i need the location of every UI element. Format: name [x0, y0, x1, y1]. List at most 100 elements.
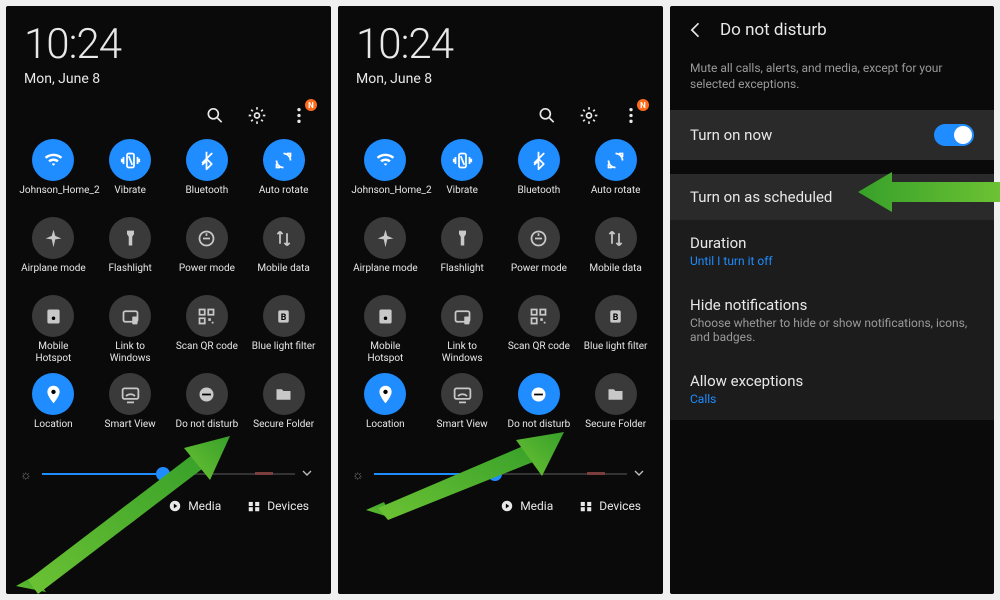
tile-flashlight[interactable]: Flashlight [93, 217, 168, 287]
tile-bluelight[interactable]: Blue light filter [578, 295, 653, 365]
overflow-badge: N [305, 99, 317, 111]
tile-label: Airplane mode [351, 263, 419, 287]
duration-row[interactable]: Duration Until I turn it off [670, 220, 994, 282]
tile-label: Vibrate [428, 185, 496, 209]
tile-label: Scan QR code [505, 341, 573, 365]
tile-vibrate[interactable]: Vibrate [425, 139, 500, 209]
back-icon[interactable] [686, 20, 706, 40]
tile-location[interactable]: Location [16, 373, 91, 443]
tile-label: Mobile Hotspot [19, 341, 87, 365]
tile-airplane[interactable]: Airplane mode [16, 217, 91, 287]
power-icon [518, 217, 560, 259]
tile-link[interactable]: Link to Windows [425, 295, 500, 365]
devices-button[interactable]: Devices [579, 499, 641, 513]
tile-mobiledata[interactable]: Mobile data [246, 217, 321, 287]
tile-label: Do not disturb [505, 419, 573, 443]
smartview-icon [441, 373, 483, 415]
tile-label: Flashlight [96, 263, 164, 287]
flashlight-icon [109, 217, 151, 259]
power-icon [186, 217, 228, 259]
tile-airplane[interactable]: Airplane mode [348, 217, 423, 287]
tile-label: Secure Folder [250, 419, 318, 443]
tile-label: Flashlight [428, 263, 496, 287]
tile-bluetooth[interactable]: Bluetooth [170, 139, 245, 209]
rotate-icon [263, 139, 305, 181]
airplane-icon [364, 217, 406, 259]
hotspot-icon [32, 295, 74, 337]
tile-label: Location [19, 419, 87, 443]
tile-smartview[interactable]: Smart View [93, 373, 168, 443]
turn-on-scheduled-row[interactable]: Turn on as scheduled [670, 174, 994, 220]
tile-vibrate[interactable]: Vibrate [93, 139, 168, 209]
airplane-icon [32, 217, 74, 259]
date: Mon, June 8 [24, 71, 313, 87]
turn-on-now-toggle[interactable] [934, 124, 974, 146]
allow-exceptions-row[interactable]: Allow exceptions Calls [670, 358, 994, 420]
location-icon [32, 373, 74, 415]
clock: 10:24 [24, 20, 313, 69]
search-icon[interactable] [537, 105, 557, 125]
turn-on-now-row[interactable]: Turn on now [670, 110, 994, 160]
duration-label: Duration [690, 234, 974, 252]
tile-label: Auto rotate [582, 185, 650, 209]
tile-qr[interactable]: Scan QR code [170, 295, 245, 365]
tile-smartview[interactable]: Smart View [425, 373, 500, 443]
mobiledata-icon [263, 217, 305, 259]
tile-label: Mobile data [250, 263, 318, 287]
tile-dnd[interactable]: Do not disturb [170, 373, 245, 443]
tile-rotate[interactable]: Auto rotate [246, 139, 321, 209]
media-button[interactable]: Media [168, 499, 221, 513]
tile-wifi[interactable]: Johnson_Home_2 [348, 139, 423, 209]
devices-button[interactable]: Devices [247, 499, 309, 513]
qr-icon [186, 295, 228, 337]
tile-label: Power mode [505, 263, 573, 287]
tile-label: Blue light filter [582, 341, 650, 365]
tile-label: Link to Windows [428, 341, 496, 365]
tile-label: Power mode [173, 263, 241, 287]
tile-folder[interactable]: Secure Folder [578, 373, 653, 443]
tile-rotate[interactable]: Auto rotate [578, 139, 653, 209]
brightness-slider[interactable]: ☼ [24, 467, 313, 481]
media-button[interactable]: Media [500, 499, 553, 513]
tile-mobiledata[interactable]: Mobile data [578, 217, 653, 287]
quick-tiles-grid: Johnson_Home_2VibrateBluetoothAuto rotat… [348, 139, 653, 443]
tile-hotspot[interactable]: Mobile Hotspot [348, 295, 423, 365]
gear-icon[interactable] [247, 105, 267, 125]
folder-icon [263, 373, 305, 415]
top-action-row: N [28, 105, 309, 125]
bluetooth-icon [518, 139, 560, 181]
dnd-icon [186, 373, 228, 415]
hide-notifications-row[interactable]: Hide notifications Choose whether to hid… [670, 282, 994, 358]
tile-label: Smart View [428, 419, 496, 443]
hide-notifications-label: Hide notifications [690, 296, 974, 314]
more-icon[interactable]: N [289, 105, 309, 125]
tile-location[interactable]: Location [348, 373, 423, 443]
mobiledata-icon [595, 217, 637, 259]
search-icon[interactable] [205, 105, 225, 125]
tile-qr[interactable]: Scan QR code [502, 295, 577, 365]
chevron-down-icon[interactable] [631, 465, 647, 485]
tile-label: Airplane mode [19, 263, 87, 287]
date: Mon, June 8 [356, 71, 645, 87]
smartview-icon [109, 373, 151, 415]
turn-on-now-label: Turn on now [690, 126, 772, 144]
more-icon[interactable]: N [621, 105, 641, 125]
page-title: Do not disturb [720, 20, 827, 40]
tile-wifi[interactable]: Johnson_Home_2 [16, 139, 91, 209]
tile-folder[interactable]: Secure Folder [246, 373, 321, 443]
tile-power[interactable]: Power mode [502, 217, 577, 287]
brightness-slider[interactable]: ☼ [356, 467, 645, 481]
tile-link[interactable]: Link to Windows [93, 295, 168, 365]
tile-flashlight[interactable]: Flashlight [425, 217, 500, 287]
tile-bluelight[interactable]: Blue light filter [246, 295, 321, 365]
tile-label: Bluetooth [173, 185, 241, 209]
chevron-down-icon[interactable] [299, 465, 315, 485]
tile-dnd[interactable]: Do not disturb [502, 373, 577, 443]
bluetooth-icon [186, 139, 228, 181]
gear-icon[interactable] [579, 105, 599, 125]
tile-bluetooth[interactable]: Bluetooth [502, 139, 577, 209]
turn-on-scheduled-label: Turn on as scheduled [690, 188, 974, 206]
tile-hotspot[interactable]: Mobile Hotspot [16, 295, 91, 365]
page-description: Mute all calls, alerts, and media, excep… [670, 54, 994, 110]
tile-power[interactable]: Power mode [170, 217, 245, 287]
